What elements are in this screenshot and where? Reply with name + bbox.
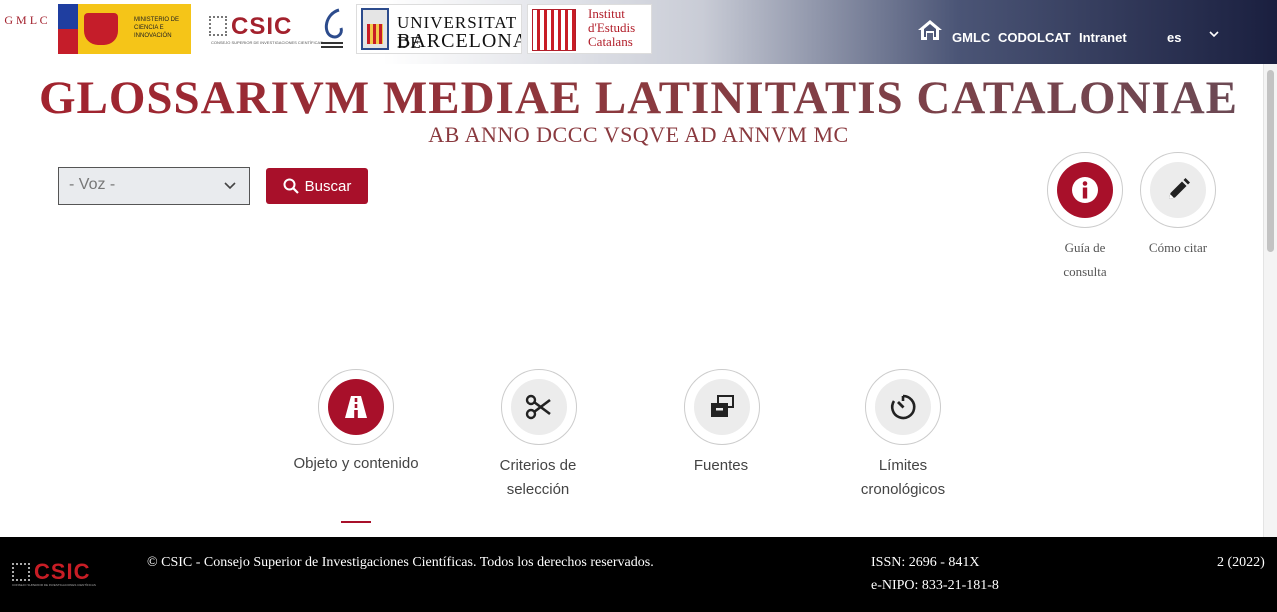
ub-shield-icon: [361, 8, 389, 50]
guia-consulta-label[interactable]: Guía de consulta: [1047, 236, 1123, 284]
vertical-scrollbar[interactable]: [1263, 64, 1277, 537]
footer: CSIC CONSEJO SUPERIOR DE INVESTIGACIONES…: [0, 537, 1277, 612]
guia-consulta-label-line2: consulta: [1063, 264, 1107, 279]
ub-logo-line2: BARCELONA: [397, 30, 522, 52]
scissors-icon: [511, 379, 567, 435]
search-button-label: Buscar: [304, 177, 352, 195]
feature-criterios-label-line2: selección: [506, 481, 570, 498]
search-button[interactable]: Buscar: [266, 168, 368, 204]
chevron-down-icon[interactable]: [1208, 28, 1220, 40]
csic-logo[interactable]: CSIC CONSEJO SUPERIOR DE INVESTIGACIONES…: [193, 4, 351, 54]
guia-consulta-label-line1: Guía de: [1064, 240, 1106, 255]
footer-copyright: © CSIC - Consejo Superior de Investigaci…: [147, 555, 654, 570]
footer-nipo: e-NIPO: 833-21-181-8: [871, 578, 999, 593]
feature-criterios-label-line1: Criterios de: [499, 457, 577, 474]
ministerio-logo-text: MINISTERIO DE CIENCIA E INNOVACIÓN: [134, 17, 180, 39]
iec-logo[interactable]: Institut d'Estudis Catalans: [527, 4, 652, 54]
search-icon: [283, 178, 299, 194]
editorial-csic-logo-icon: [321, 8, 343, 48]
como-citar-button[interactable]: [1140, 152, 1216, 228]
csic-logo-subtext: CONSEJO SUPERIOR DE INVESTIGACIONES CIEN…: [211, 40, 323, 45]
guia-consulta-button[interactable]: [1047, 152, 1123, 228]
voz-select[interactable]: - Voz -: [58, 167, 250, 205]
ministerio-logo[interactable]: MINISTERIO DE CIENCIA E INNOVACIÓN: [58, 4, 191, 54]
coat-of-arms-icon: [84, 13, 118, 45]
footer-csic-logo-subtext: CONSEJO SUPERIOR DE INVESTIGACIONES CIEN…: [12, 583, 96, 587]
feature-fuentes-button[interactable]: [684, 369, 760, 445]
chevron-down-icon: [224, 182, 236, 190]
footer-issn: ISSN: 2696 - 841X: [871, 555, 980, 570]
feature-limites-label[interactable]: Límites cronológicos: [823, 454, 983, 502]
info-icon: [1057, 162, 1113, 218]
gmlc-logo-text: G M L C: [4, 13, 48, 27]
feature-criterios-label[interactable]: Criterios de selección: [458, 454, 618, 502]
archive-boxes-icon: [694, 379, 750, 435]
timer-icon: [875, 379, 931, 435]
home-icon[interactable]: [917, 18, 943, 42]
nav-link-intranet[interactable]: Intranet: [1079, 30, 1127, 45]
footer-edition: 2 (2022): [1217, 555, 1265, 570]
gmlc-logo[interactable]: G M L C: [2, 4, 50, 54]
iec-logo-text: Institut d'Estudis Catalans: [588, 6, 636, 49]
como-citar-label[interactable]: Cómo citar: [1132, 236, 1224, 260]
feature-limites-label-line2: cronológicos: [860, 481, 946, 498]
iec-seal-icon: [532, 9, 576, 51]
feature-criterios-button[interactable]: [501, 369, 577, 445]
voz-select-value: - Voz -: [69, 176, 116, 193]
feature-limites-label-line1: Límites: [878, 457, 928, 474]
csic-mark-icon: [12, 563, 30, 581]
feature-objeto-label[interactable]: Objeto y contenido: [276, 452, 436, 476]
scrollbar-thumb[interactable]: [1267, 70, 1274, 252]
feature-limites-button[interactable]: [865, 369, 941, 445]
nav-link-codolcat[interactable]: CODOLCAT: [998, 30, 1071, 45]
page-subtitle: AB ANNO DCCC VSQVE AD ANNVM MC: [428, 122, 849, 147]
footer-csic-logo-text: CSIC: [34, 559, 91, 584]
top-header: G M L C MINISTERIO DE CIENCIA E INNOVACI…: [0, 0, 1277, 64]
pencil-icon: [1150, 162, 1206, 218]
page-title: GLOSSARIVM MEDIAE LATINITATIS CATALONIAE: [0, 71, 1277, 125]
feature-fuentes-label[interactable]: Fuentes: [641, 454, 801, 478]
feature-objeto-button[interactable]: [318, 369, 394, 445]
nav-link-gmlc[interactable]: GMLC: [952, 30, 990, 45]
csic-mark-icon: [209, 16, 227, 36]
csic-logo-text: CSIC: [231, 13, 293, 40]
language-selector[interactable]: es: [1167, 30, 1181, 45]
ub-logo[interactable]: UNIVERSITAT DE BARCELONA: [356, 4, 522, 54]
active-feature-indicator: [341, 521, 371, 523]
road-icon: [328, 379, 384, 435]
spain-flag-icon: [58, 4, 78, 54]
